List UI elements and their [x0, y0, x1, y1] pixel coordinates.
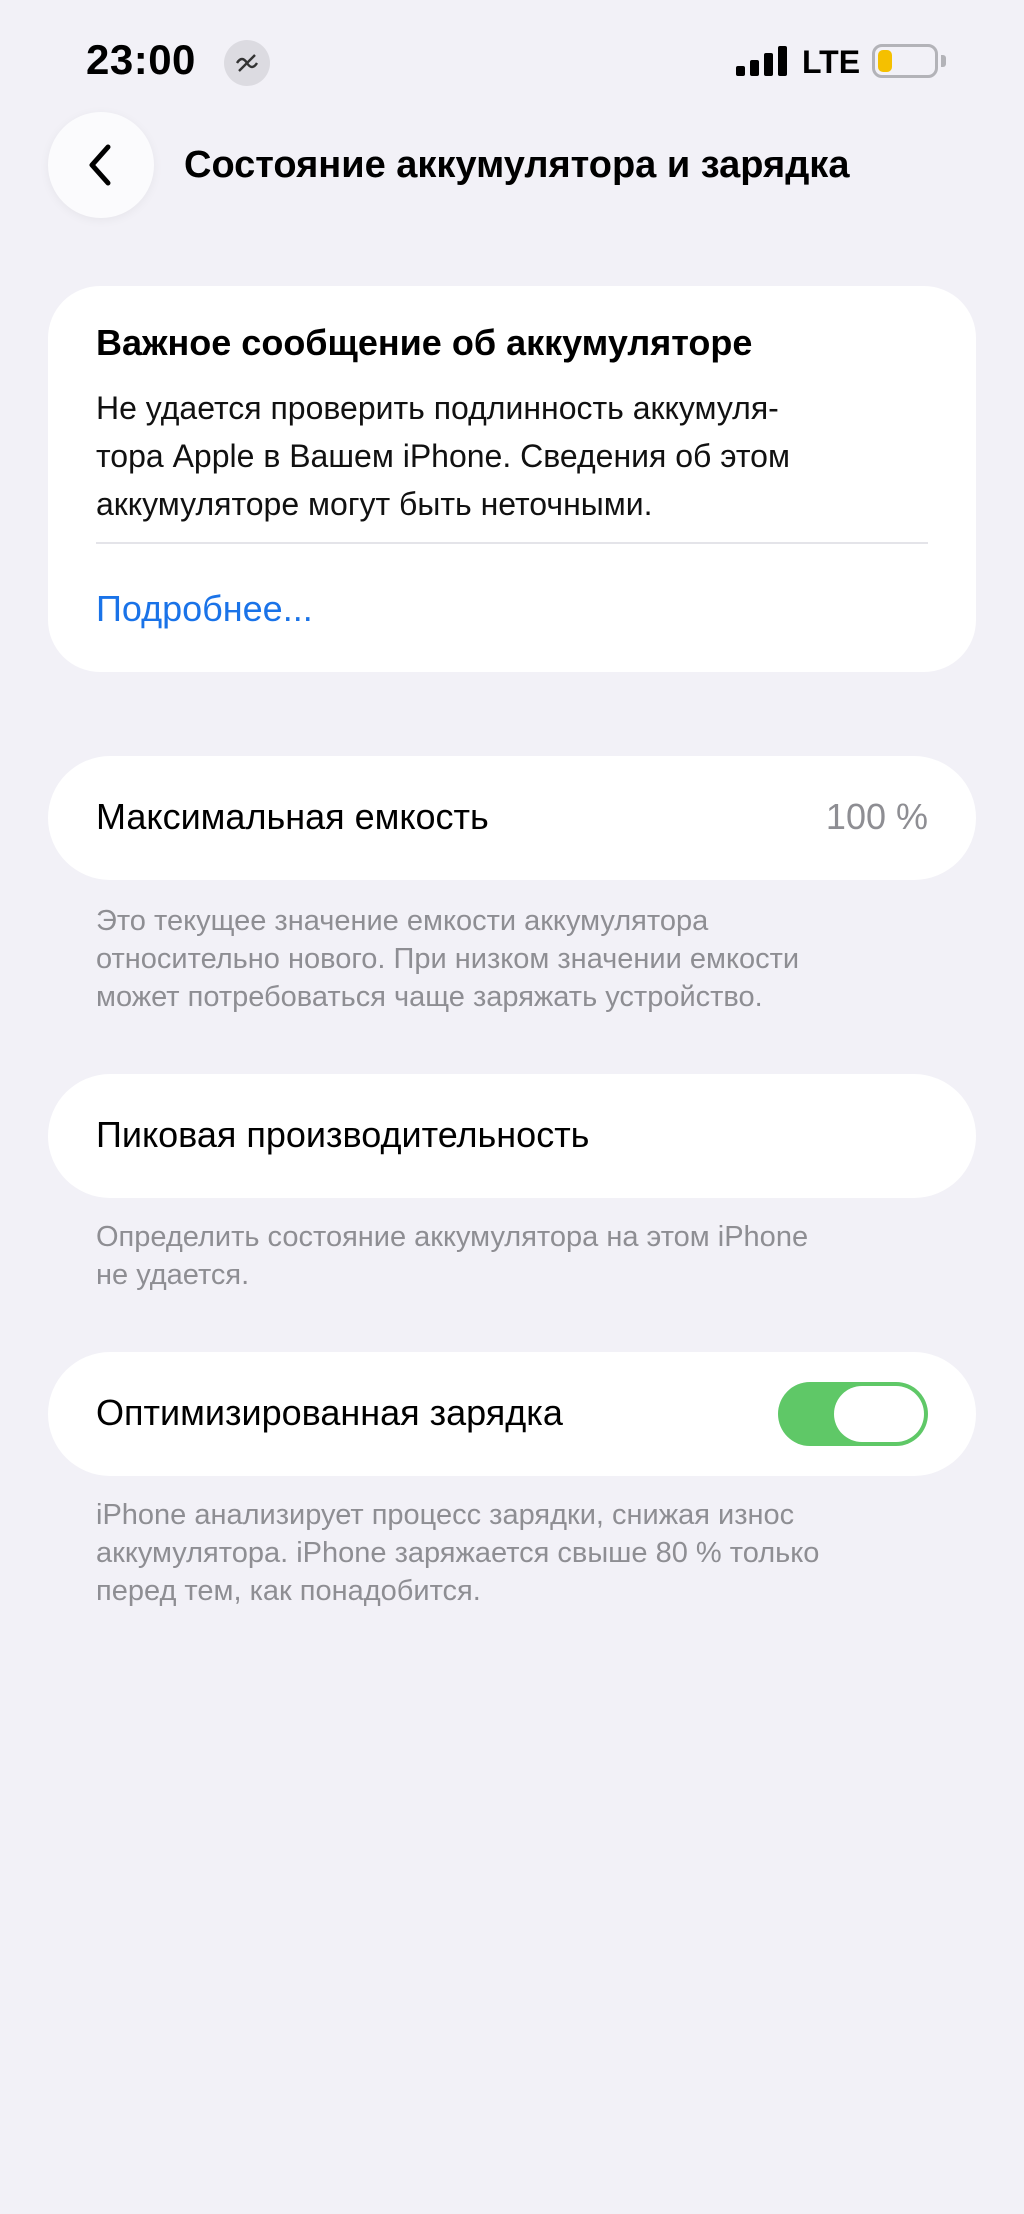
cellular-signal-icon	[736, 44, 787, 76]
footnote-line: iPhone анализирует процесс зарядки, сниж…	[96, 1499, 795, 1531]
alert-body-line: Не удается проверить подлинность аккумул…	[96, 390, 779, 426]
peak-performance-row: Пиковая производительность	[48, 1074, 976, 1198]
page-title: Состояние аккумулятора и зарядка	[184, 144, 850, 186]
focus-mode-icon	[224, 40, 270, 86]
optimized-charging-row: Оптимизированная зарядка	[48, 1352, 976, 1476]
optimized-charging-toggle[interactable]	[778, 1382, 928, 1446]
maximum-capacity-footnote: Это текущее значение емкости аккумулятор…	[96, 902, 956, 1016]
battery-icon	[872, 44, 938, 78]
chevron-left-icon	[89, 144, 111, 186]
battery-alert-card: Важное сообщение об аккумуляторе Не удае…	[48, 286, 976, 672]
maximum-capacity-value: 100 %	[825, 796, 928, 837]
peak-performance-footnote: Определить состояние аккумулятора на это…	[96, 1218, 956, 1294]
alert-body: Не удается проверить подлинность аккумул…	[96, 384, 946, 528]
footnote-line: аккумулятора. iPhone заряжается свыше 80…	[96, 1537, 820, 1569]
battery-settings-screen: 23:00 LTE Состояние аккумулятора и заряд…	[0, 0, 1024, 2214]
battery-level-fill	[878, 50, 892, 72]
alert-body-line: тора Apple в Вашем iPhone. Сведения об э…	[96, 438, 790, 474]
learn-more-link[interactable]: Подробнее...	[96, 588, 313, 630]
footnote-line: относительно нового. При низком значении…	[96, 943, 800, 975]
maximum-capacity-row: Максимальная емкость 100 %	[48, 756, 976, 880]
peak-performance-label: Пиковая производительность	[96, 1114, 590, 1155]
footnote-line: перед тем, как понадобится.	[96, 1575, 481, 1607]
optimized-charging-label: Оптимизированная зарядка	[96, 1392, 563, 1433]
footnote-line: Определить состояние аккумулятора на это…	[96, 1221, 809, 1253]
footnote-line: не удается.	[96, 1259, 250, 1291]
alert-title: Важное сообщение об аккумуляторе	[96, 322, 753, 363]
divider	[96, 542, 928, 544]
network-type: LTE	[802, 44, 861, 80]
toggle-knob	[834, 1386, 924, 1442]
optimized-charging-footnote: iPhone анализирует процесс зарядки, сниж…	[96, 1496, 956, 1610]
status-time: 23:00	[86, 36, 196, 83]
footnote-line: может потребоваться чаще заряжать устрой…	[96, 981, 763, 1013]
alert-body-line: аккумуляторе могут быть неточными.	[96, 486, 653, 522]
maximum-capacity-label: Максимальная емкость	[96, 796, 489, 837]
footnote-line: Это текущее значение емкости аккумулятор…	[96, 905, 709, 937]
back-button[interactable]	[48, 112, 154, 218]
battery-cap	[941, 55, 946, 67]
